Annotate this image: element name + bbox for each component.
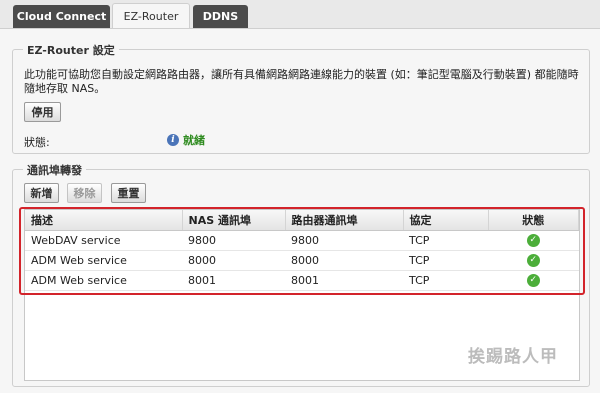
info-icon: i xyxy=(167,134,179,146)
cell-router-port: 8000 xyxy=(285,250,403,271)
tab-cloud-connect[interactable]: Cloud Connect xyxy=(13,5,110,28)
tab-ddns[interactable]: DDNS xyxy=(193,5,248,28)
column-header-status[interactable]: 狀態 xyxy=(488,210,579,231)
cell-description: ADM Web service xyxy=(25,250,182,271)
main-panel: EZ-Router 設定 此功能可協助您自動設定網路路由器，讓所有具備網路網路連… xyxy=(0,28,600,393)
check-circle-icon: ✓ xyxy=(526,273,540,287)
column-header-protocol[interactable]: 協定 xyxy=(403,210,489,231)
table-row[interactable]: ADM Web service 8000 8000 TCP ✓ xyxy=(25,250,579,271)
cell-router-port: 9800 xyxy=(285,230,403,251)
table-header-row: 描述 NAS 通訊埠 路由器通訊埠 協定 狀態 xyxy=(25,210,579,231)
cell-description: WebDAV service xyxy=(25,230,182,251)
cell-nas-port: 9800 xyxy=(182,230,285,251)
cell-nas-port: 8000 xyxy=(182,250,285,271)
status-value: i 就緒 xyxy=(167,132,205,148)
add-button[interactable]: 新增 xyxy=(24,183,59,203)
remove-button[interactable]: 移除 xyxy=(67,183,102,203)
tab-ez-router[interactable]: EZ-Router xyxy=(112,3,190,29)
check-circle-icon: ✓ xyxy=(526,233,540,247)
cell-router-port: 8001 xyxy=(285,270,403,291)
column-header-router-port[interactable]: 路由器通訊埠 xyxy=(285,210,404,231)
ez-router-settings-legend: EZ-Router 設定 xyxy=(23,42,119,58)
port-forwarding-legend: 通訊埠轉發 xyxy=(23,162,86,178)
cell-protocol: TCP xyxy=(403,250,488,271)
ez-router-settings-group: EZ-Router 設定 此功能可協助您自動設定網路路由器，讓所有具備網路網路連… xyxy=(12,42,590,154)
column-header-nas-port[interactable]: NAS 通訊埠 xyxy=(182,210,286,231)
tab-bar: Cloud Connect EZ-Router DDNS xyxy=(0,0,600,29)
ez-router-description: 此功能可協助您自動設定網路路由器，讓所有具備網路網路連線能力的裝置 (如：筆記型… xyxy=(24,68,579,95)
status-text: 就緒 xyxy=(183,134,205,147)
table-row[interactable]: ADM Web service 8001 8001 TCP ✓ xyxy=(25,270,579,291)
cell-status: ✓ xyxy=(488,230,579,251)
column-header-description[interactable]: 描述 xyxy=(25,210,183,231)
cell-protocol: TCP xyxy=(403,230,488,251)
cell-status: ✓ xyxy=(488,250,579,271)
disable-button[interactable]: 停用 xyxy=(24,102,61,122)
status-label: 狀態: xyxy=(24,136,50,149)
cell-nas-port: 8001 xyxy=(182,270,285,291)
table-row[interactable]: WebDAV service 9800 9800 TCP ✓ xyxy=(25,230,579,251)
cell-description: ADM Web service xyxy=(25,270,182,291)
cell-status: ✓ xyxy=(488,270,579,291)
watermark-text: 挨踢路人甲 xyxy=(468,347,558,367)
cell-protocol: TCP xyxy=(403,270,488,291)
check-circle-icon: ✓ xyxy=(526,253,540,267)
reset-button[interactable]: 重置 xyxy=(111,183,146,203)
